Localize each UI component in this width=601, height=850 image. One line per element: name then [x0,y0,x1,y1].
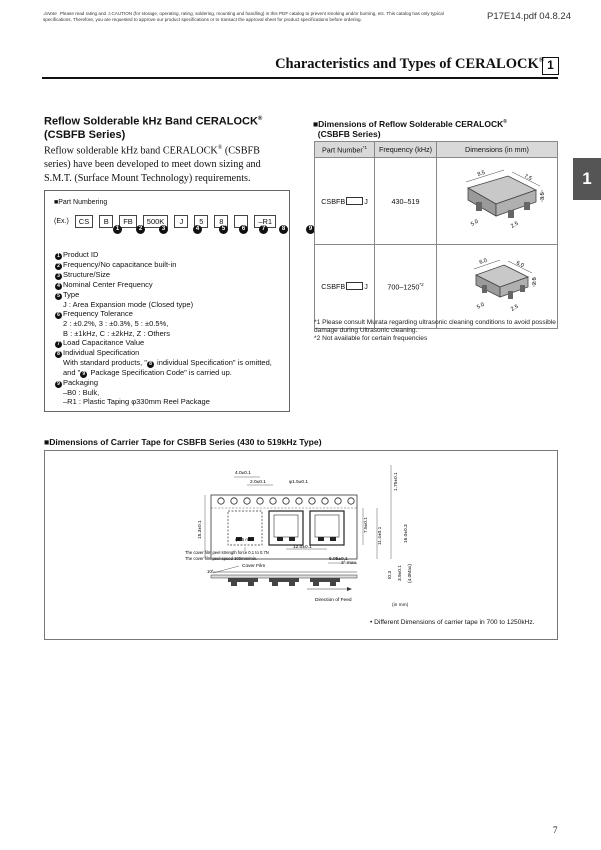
footnote: *1 Please consult Murata regarding ultra… [314,319,556,334]
resonator-drawing-small: 6.0 6.0 2.5 5.0 2.5 [473,257,538,312]
cell-dimension-drawing: 6.0 6.0 2.5 5.0 2.5 [436,244,558,329]
legend-item: 7 Load Capacitance Value [55,338,285,348]
tape-dim-label: 4.0±0.1 [235,470,251,476]
legend-detail: J : Area Expansion mode (Closed type) [63,300,194,309]
carrier-tape-drawing: 4.0±0.1 2.0±0.1 φ1.5±0.1 1.75±0.1 11.4±0… [185,465,413,603]
table-row: CSBFB J 430–519 8.5 7.5 3.5 5.0 2.5 [314,157,558,245]
cell-dimension-drawing: 8.5 7.5 3.5 5.0 2.5 [436,157,558,245]
tape-dim-label: 11.4±0.1 [377,526,383,545]
example-label: (Ex.) [54,218,69,225]
section-title: Characteristics and Types of CERALOCK® [275,56,544,72]
dim-label: 2.5 [510,303,520,312]
caution-note: ⚠Note Please read rating and ⚠CAUTION (fo… [43,11,473,23]
legend-item: 8 Individual Specification [55,348,285,358]
side-view-pockets [228,578,340,586]
legend-item: 2 Frequency/No capacitance built-in [55,260,285,270]
legend-item: 9 Packaging [55,378,285,388]
carrier-tape-title: ■Dimensions of Carrier Tape for CSBFB Se… [44,437,322,447]
chapter-tab[interactable]: 1 [573,158,601,200]
note-label: ⚠Note [43,11,57,16]
legend-detail: B : ±1kHz, C : ±2kHz, Z : Others [63,328,171,338]
tape-dim-label: φ1.5 min [235,537,253,542]
legend-item: 6 Frequency Tolerance [55,309,285,320]
col-part-number: Part Number*1 [314,141,375,158]
col-dimensions: Dimensions (in mm) [436,141,558,158]
tape-dim-label: (4.0Max) [407,564,413,583]
dimension-footnotes: *1 Please consult Murata regarding ultra… [314,319,560,343]
footnote: *2 Not available for certain frequencies [314,335,428,342]
pn-cell-product-id: CS [74,215,94,228]
dim-label: 2.5 [510,221,520,230]
cell-part-number: CSBFB J [314,244,375,329]
cell-part-number: CSBFB J [314,157,375,245]
carrier-tape-note: • Different Dimensions of carrier tape i… [370,619,535,626]
table-row: CSBFB J 700–1250*2 6.0 6.0 2.5 5.0 2.5 [314,244,558,329]
legend-detail: 2 : ±0.2%, 3 : ±0.3%, 5 : ±0.5%, [63,319,169,329]
section-rule [42,77,558,79]
part-number-circle-row: 1 2 3 4 5 6 7 8 9 [111,225,331,235]
circle-number: 2 [136,225,145,234]
unit-note: (in mm) [392,603,409,608]
tape-dim-label: 7.5±0.1 [363,517,369,533]
dim-label: 5.0 [476,301,486,310]
col-frequency: Frequency (kHz) [374,141,437,158]
legend-detail: With standard products, " 8 individual Sp… [63,357,272,378]
cell-frequency: 700–1250*2 [374,244,437,329]
circle-number: 1 [113,225,122,234]
feed-arrow-icon [347,587,352,591]
tape-dim-label: 3.9±0.1 [397,565,403,581]
part-numbering-legend: 1 Product ID 2 Frequency/No capacitance bu… [55,250,285,406]
circle-number: 4 [193,225,202,234]
product-title: Reflow Solderable kHz Band CERALOCK® (CS… [44,115,263,141]
legend-item: 4 Nominal Center Frequency [55,280,285,290]
tape-dim-label: 3° max. [341,560,357,566]
legend-detail: –R1 : Plastic Taping φ330mm Reel Package [63,397,210,407]
tape-dim-label: 10° [207,569,214,574]
part-numbering-heading: ■Part Numbering [54,199,108,206]
page-number: 7 [553,825,558,835]
tape-peel-note: The cover film peel strength force 0.1 t… [185,550,269,555]
legend-item: 5 Type [55,290,285,300]
section-number-box: 1 [542,57,559,75]
dim-label: 8.5 [477,170,486,178]
tape-dim-label: t0.3 [387,571,393,579]
dim-label: 5.0 [470,219,480,228]
tape-dim-label: 15.3±0.1 [197,520,203,539]
legend-detail: –B0 : Bulk, [63,387,100,397]
tape-dim-label: 12.0±0.1 [293,544,312,550]
dim-label: 3.5 [540,192,546,200]
circle-number: 7 [259,225,268,234]
circle-number: 3 [159,225,168,234]
dimensions-table: Part Number*1 Frequency (kHz) Dimensions… [314,141,558,329]
dim-label: 6.0 [515,260,524,269]
tape-dim-label: 2.0±0.1 [250,479,266,485]
tape-dim-label: φ1.5±0.1 [289,479,308,485]
circle-number: 8 [279,225,288,234]
circle-number: 5 [219,225,228,234]
tape-feed-label: Direction of Feed [315,597,352,603]
legend-item: 3 Structure/Size [55,270,285,280]
carrier-tape-box: 4.0±0.1 2.0±0.1 φ1.5±0.1 1.75±0.1 11.4±0… [44,450,558,640]
resonator-drawing-large: 8.5 7.5 3.5 5.0 2.5 [465,169,546,230]
legend-item: 1 Product ID [55,250,285,260]
dim-label: 7.5 [523,173,532,182]
part-numbering-box: ■Part Numbering (Ex.) CS B FB 500K J 5 8… [44,190,315,412]
tape-dim-label: 16.0±0.3 [403,524,409,543]
dimensions-title: ■Dimensions of Reflow Solderable CERALOC… [313,118,507,140]
tape-dim-label: Cover Film [242,563,265,569]
product-description: Reflow solderable kHz band CERALOCK® (CS… [44,145,261,185]
note-text: Please read rating and ⚠CAUTION (for sto… [43,11,444,22]
tape-dim-label: 1.75±0.1 [393,472,399,491]
document-reference: P17E14.pdf 04.8.24 [487,11,571,22]
tape-peel-note: The cover film peel speed 300mm/min. [185,556,257,561]
dim-label: 2.5 [532,277,538,285]
circle-number: 6 [239,225,248,234]
table-header-row: Part Number*1 Frequency (kHz) Dimensions… [314,141,558,158]
cell-frequency: 430–519 [374,157,437,245]
